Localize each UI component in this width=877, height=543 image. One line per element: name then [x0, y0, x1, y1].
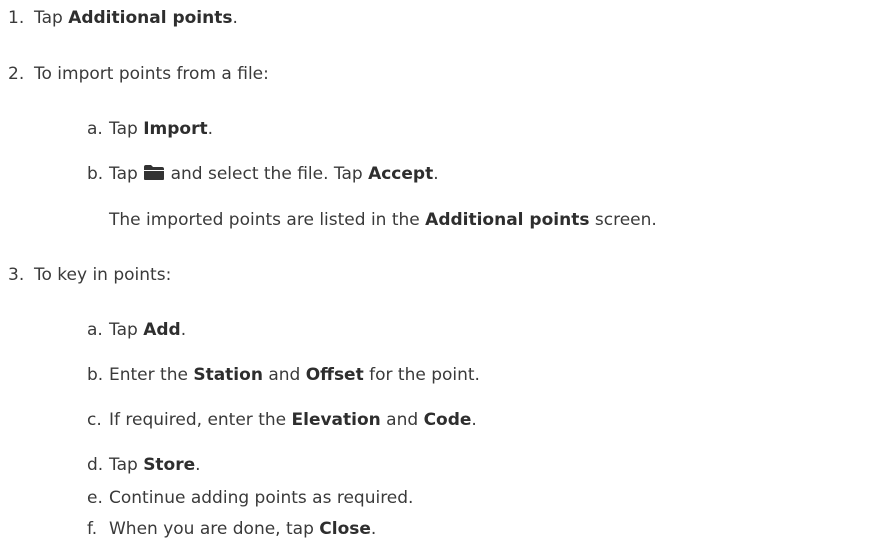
step-number: 1. — [8, 8, 25, 28]
substep-text: When you are done, tap Close. — [109, 518, 376, 540]
text-segment: Tap — [109, 455, 144, 475]
text-segment: . — [433, 164, 439, 184]
text-segment: If required, enter the — [109, 410, 292, 430]
step-number: 2. — [8, 64, 25, 84]
step-number: 3. — [8, 265, 25, 285]
import-note: The imported points are listed in the Ad… — [109, 209, 657, 231]
ui-term: Station — [193, 365, 263, 385]
folder-icon — [143, 164, 165, 181]
substep-text: Continue adding points as required. — [109, 488, 414, 508]
text-segment: and select the file. Tap — [165, 164, 369, 184]
text-segment: for the point. — [363, 365, 480, 385]
text-segment: screen. — [589, 210, 657, 230]
substep-text: Enter the Station and Offset for the poi… — [109, 364, 480, 386]
substep-letter: e. — [87, 488, 103, 508]
ui-term: Additional points — [68, 8, 233, 28]
ui-term: Code — [423, 410, 472, 430]
text-segment: Tap — [109, 164, 144, 184]
instructions-document: 1. Tap Additional points. 2. To import p… — [0, 0, 877, 543]
text-segment: . — [207, 119, 213, 139]
ui-term: Additional points — [425, 210, 590, 230]
ui-term: Store — [143, 455, 196, 475]
ui-term: Accept — [368, 164, 434, 184]
text-segment: The imported points are listed in the — [109, 210, 426, 230]
step-text: To import points from a file: — [34, 64, 269, 84]
substep-text: Tap and select the file. Tap Accept. — [109, 163, 439, 185]
ui-term: Import — [143, 119, 208, 139]
step-text: Tap Additional points. — [34, 7, 238, 29]
ui-term: Add — [143, 320, 181, 340]
text-segment: . — [370, 519, 377, 539]
substep-text: If required, enter the Elevation and Cod… — [109, 409, 477, 431]
text-segment: When you are done, tap — [109, 519, 320, 539]
substep-text: Tap Import. — [109, 118, 213, 140]
text-segment: and — [380, 410, 424, 430]
substep-letter: a. — [87, 119, 103, 139]
text-segment: and — [262, 365, 306, 385]
text-segment: Tap — [34, 8, 69, 28]
text-segment: . — [232, 8, 238, 28]
text-segment: Enter the — [109, 365, 194, 385]
text-segment: . — [180, 320, 187, 340]
step-text: To key in points: — [34, 265, 172, 285]
text-segment: Tap — [109, 320, 144, 340]
ui-term: Elevation — [291, 410, 381, 430]
text-segment: . — [195, 455, 201, 475]
ui-term: Offset — [305, 365, 364, 385]
text-segment: Tap — [109, 119, 144, 139]
substep-text: Tap Add. — [109, 319, 186, 341]
substep-letter: c. — [87, 410, 102, 430]
substep-letter: b. — [87, 365, 104, 385]
substep-letter: d. — [87, 455, 104, 475]
substep-letter: b. — [87, 164, 104, 184]
substep-text: Tap Store. — [109, 454, 201, 476]
ui-term: Close — [319, 519, 371, 539]
text-segment: . — [471, 410, 477, 430]
substep-letter: f. — [87, 519, 98, 539]
substep-letter: a. — [87, 320, 103, 340]
